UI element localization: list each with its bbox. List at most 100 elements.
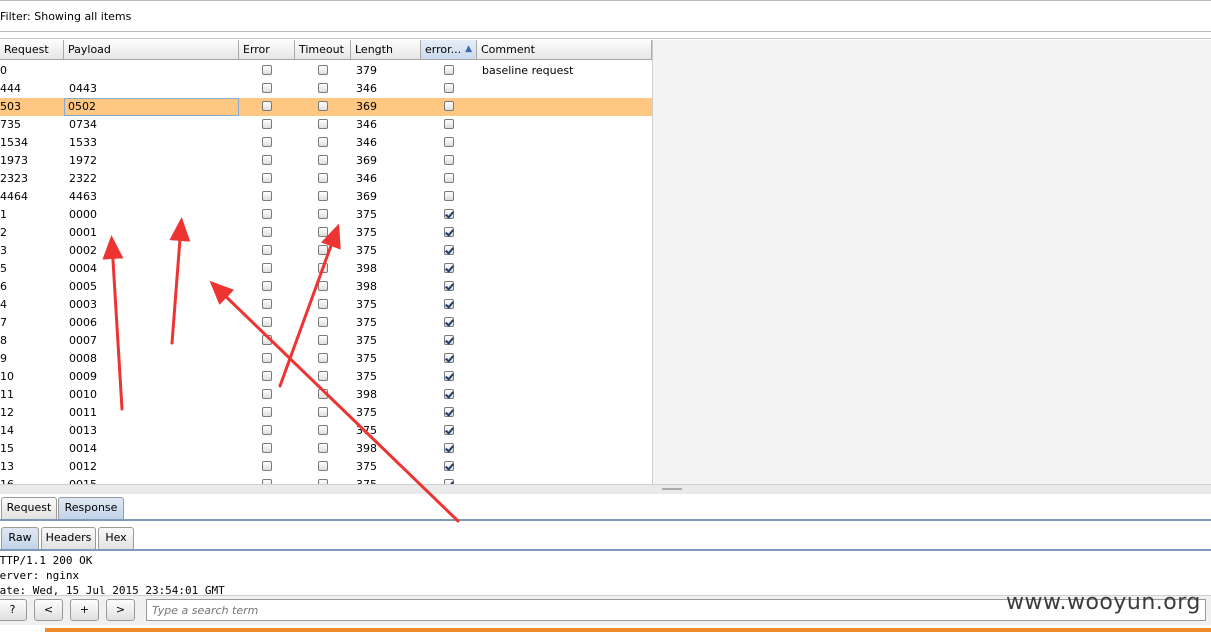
- error-checkbox[interactable]: [262, 281, 272, 291]
- timeout-checkbox[interactable]: [318, 443, 328, 453]
- timeout-checkbox[interactable]: [318, 101, 328, 111]
- error-flag-checkbox[interactable]: [444, 65, 454, 75]
- timeout-checkbox[interactable]: [318, 461, 328, 471]
- timeout-checkbox[interactable]: [318, 281, 328, 291]
- error-flag-checkbox[interactable]: [444, 281, 454, 291]
- timeout-checkbox[interactable]: [318, 371, 328, 381]
- error-flag-checkbox[interactable]: [444, 209, 454, 219]
- error-checkbox[interactable]: [262, 263, 272, 273]
- table-row[interactable]: 14 0013 375: [0, 422, 652, 440]
- timeout-checkbox[interactable]: [318, 209, 328, 219]
- tab-response[interactable]: Response: [58, 497, 124, 519]
- timeout-checkbox[interactable]: [318, 155, 328, 165]
- error-checkbox[interactable]: [262, 335, 272, 345]
- error-flag-checkbox[interactable]: [444, 173, 454, 183]
- timeout-checkbox[interactable]: [318, 407, 328, 417]
- table-row[interactable]: 444 0443 346: [0, 80, 652, 98]
- error-flag-checkbox[interactable]: [444, 407, 454, 417]
- error-flag-checkbox[interactable]: [444, 137, 454, 147]
- column-header[interactable]: error... ▲: [421, 40, 477, 60]
- splitter-grip-icon[interactable]: [662, 488, 682, 490]
- timeout-checkbox[interactable]: [318, 65, 328, 75]
- timeout-checkbox[interactable]: [318, 245, 328, 255]
- column-header[interactable]: Length: [351, 40, 421, 60]
- error-flag-checkbox[interactable]: [444, 425, 454, 435]
- error-checkbox[interactable]: [262, 443, 272, 453]
- error-checkbox[interactable]: [262, 317, 272, 327]
- error-flag-checkbox[interactable]: [444, 263, 454, 273]
- pane-splitter[interactable]: [0, 484, 1211, 494]
- previous-button[interactable]: <: [34, 599, 63, 621]
- filter-bar[interactable]: Filter: Showing all items: [0, 0, 1211, 32]
- error-checkbox[interactable]: [262, 119, 272, 129]
- table-row[interactable]: 9 0008 375: [0, 350, 652, 368]
- table-row[interactable]: 3 0002 375: [0, 242, 652, 260]
- table-row[interactable]: 2 0001 375: [0, 224, 652, 242]
- error-checkbox[interactable]: [262, 245, 272, 255]
- error-checkbox[interactable]: [262, 353, 272, 363]
- error-checkbox[interactable]: [262, 191, 272, 201]
- timeout-checkbox[interactable]: [318, 299, 328, 309]
- table-row[interactable]: 1534 1533 346: [0, 134, 652, 152]
- column-header[interactable]: Comment: [477, 40, 652, 60]
- error-checkbox[interactable]: [262, 101, 272, 111]
- error-checkbox[interactable]: [262, 155, 272, 165]
- table-row[interactable]: 11 0010 398: [0, 386, 652, 404]
- table-row[interactable]: 7 0006 375: [0, 314, 652, 332]
- timeout-checkbox[interactable]: [318, 263, 328, 273]
- timeout-checkbox[interactable]: [318, 119, 328, 129]
- timeout-checkbox[interactable]: [318, 335, 328, 345]
- error-checkbox[interactable]: [262, 65, 272, 75]
- tab-hex[interactable]: Hex: [98, 527, 134, 549]
- error-checkbox[interactable]: [262, 407, 272, 417]
- error-flag-checkbox[interactable]: [444, 227, 454, 237]
- error-flag-checkbox[interactable]: [444, 299, 454, 309]
- error-flag-checkbox[interactable]: [444, 335, 454, 345]
- error-flag-checkbox[interactable]: [444, 389, 454, 399]
- error-checkbox[interactable]: [262, 461, 272, 471]
- timeout-checkbox[interactable]: [318, 317, 328, 327]
- table-row[interactable]: 6 0005 398: [0, 278, 652, 296]
- column-header[interactable]: Error: [239, 40, 295, 60]
- column-header[interactable]: Request: [0, 40, 64, 60]
- table-row[interactable]: 15 0014 398: [0, 440, 652, 458]
- table-row[interactable]: 1973 1972 369: [0, 152, 652, 170]
- timeout-checkbox[interactable]: [318, 389, 328, 399]
- column-header[interactable]: Timeout: [295, 40, 351, 60]
- timeout-checkbox[interactable]: [318, 173, 328, 183]
- error-checkbox[interactable]: [262, 227, 272, 237]
- tab-request[interactable]: Request: [1, 497, 57, 519]
- error-flag-checkbox[interactable]: [444, 101, 454, 111]
- filter-text[interactable]: Filter: Showing all items: [0, 10, 131, 23]
- table-row[interactable]: 5 0004 398: [0, 260, 652, 278]
- error-checkbox[interactable]: [262, 299, 272, 309]
- error-flag-checkbox[interactable]: [444, 461, 454, 471]
- tab-headers[interactable]: Headers: [41, 527, 96, 549]
- error-flag-checkbox[interactable]: [444, 83, 454, 93]
- timeout-checkbox[interactable]: [318, 191, 328, 201]
- error-flag-checkbox[interactable]: [444, 119, 454, 129]
- error-checkbox[interactable]: [262, 83, 272, 93]
- timeout-checkbox[interactable]: [318, 137, 328, 147]
- error-flag-checkbox[interactable]: [444, 155, 454, 165]
- table-row[interactable]: 16 0015 375: [0, 476, 652, 484]
- tab-raw[interactable]: Raw: [1, 527, 39, 549]
- error-flag-checkbox[interactable]: [444, 191, 454, 201]
- add-button[interactable]: +: [70, 599, 99, 621]
- table-row[interactable]: 2323 2322 346: [0, 170, 652, 188]
- response-raw-text[interactable]: HTTP/1.1 200 OK Server: nginx Date: Wed, 1…: [0, 553, 1211, 595]
- table-row[interactable]: 4464 4463 369: [0, 188, 652, 206]
- error-checkbox[interactable]: [262, 371, 272, 381]
- table-row[interactable]: 13 0012 375: [0, 458, 652, 476]
- table-row[interactable]: 4 0003 375: [0, 296, 652, 314]
- error-checkbox[interactable]: [262, 173, 272, 183]
- table-row[interactable]: 12 0011 375: [0, 404, 652, 422]
- table-row[interactable]: 1 0000 375: [0, 206, 652, 224]
- next-button[interactable]: >: [106, 599, 135, 621]
- timeout-checkbox[interactable]: [318, 353, 328, 363]
- table-row[interactable]: 0 379 baseline request: [0, 62, 652, 80]
- error-flag-checkbox[interactable]: [444, 317, 454, 327]
- timeout-checkbox[interactable]: [318, 83, 328, 93]
- error-checkbox[interactable]: [262, 137, 272, 147]
- table-row[interactable]: 10 0009 375: [0, 368, 652, 386]
